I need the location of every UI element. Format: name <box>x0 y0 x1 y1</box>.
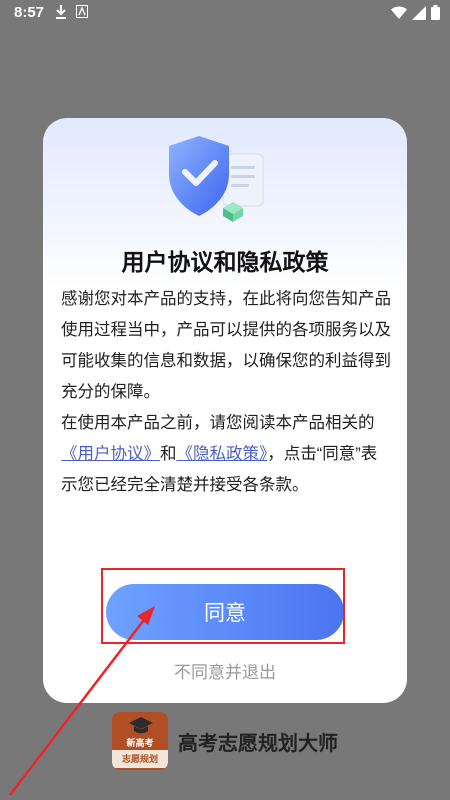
download-icon <box>56 5 66 19</box>
app-logo-text-1: 新高考 <box>126 738 154 748</box>
app-logo-text-2: 志愿规划 <box>112 750 168 768</box>
status-time: 8:57 <box>14 4 45 21</box>
signal-icon <box>411 6 426 20</box>
paragraph-2-prefix: 在使用本产品之前，请您阅读本产品相关的 <box>61 414 375 432</box>
status-bar: 8:57 <box>0 0 450 26</box>
dialog-body: 感谢您对本产品的支持，在此将向您告知产品使用过程当中，产品可以提供的各项服务以及… <box>61 284 391 501</box>
user-agreement-link[interactable]: 《用户协议》 <box>61 445 160 463</box>
a-icon <box>76 5 88 18</box>
battery-icon <box>431 5 440 20</box>
background-app-branding: 新高考 志愿规划 高考志愿规划大师 <box>112 712 352 772</box>
agreement-dialog: 用户协议和隐私政策 感谢您对本产品的支持，在此将向您告知产品使用过程当中，产品可… <box>43 118 407 703</box>
dialog-paragraph-1: 感谢您对本产品的支持，在此将向您告知产品使用过程当中，产品可以提供的各项服务以及… <box>61 290 391 401</box>
shield-check-icon <box>169 136 264 222</box>
decline-and-exit-button[interactable]: 不同意并退出 <box>43 658 407 683</box>
and-text: 和 <box>160 445 177 463</box>
agree-button[interactable]: 同意 <box>106 584 344 640</box>
dialog-paragraph-2: 在使用本产品之前，请您阅读本产品相关的《用户协议》和《隐私政策》，点击“同意”表… <box>61 408 391 501</box>
privacy-policy-link[interactable]: 《隐私政策》 <box>177 445 268 463</box>
app-name: 高考志愿规划大师 <box>178 733 338 755</box>
graduation-cap-icon <box>129 717 153 734</box>
dialog-title: 用户协议和隐私政策 <box>121 249 329 275</box>
wifi-icon <box>390 6 407 19</box>
status-right-icons <box>390 5 440 24</box>
app-logo: 新高考 志愿规划 <box>112 712 168 770</box>
